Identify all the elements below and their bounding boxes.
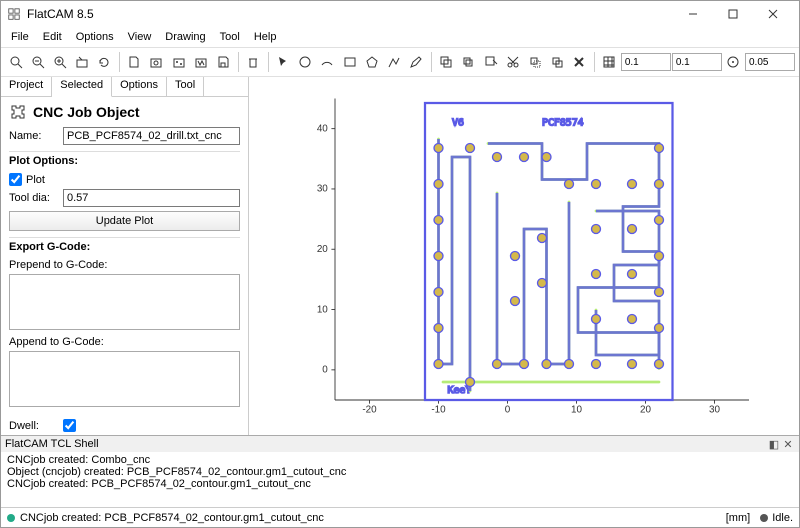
- name-label: Name:: [9, 130, 59, 142]
- svg-text:0: 0: [322, 365, 328, 376]
- append-textarea[interactable]: [9, 351, 240, 407]
- tab-selected[interactable]: Selected: [52, 77, 112, 97]
- save-icon[interactable]: [212, 51, 233, 73]
- edit-icon[interactable]: [406, 51, 427, 73]
- subtract-icon[interactable]: [480, 51, 501, 73]
- minimize-button[interactable]: [673, 1, 713, 27]
- silk-v6: V6: [452, 118, 464, 129]
- tab-project[interactable]: Project: [1, 77, 52, 96]
- intersection-icon[interactable]: [458, 51, 479, 73]
- menu-drawing[interactable]: Drawing: [159, 29, 211, 45]
- replot-icon[interactable]: [94, 51, 115, 73]
- svg-text:10: 10: [571, 405, 582, 416]
- svg-text:0: 0: [505, 405, 511, 416]
- svg-text:20: 20: [317, 244, 328, 255]
- union-icon[interactable]: [436, 51, 457, 73]
- status-dot-icon: [7, 514, 15, 522]
- shell-float-icon[interactable]: ◧: [767, 438, 781, 451]
- snap-input[interactable]: [745, 53, 795, 71]
- prepend-label: Prepend to G-Code:: [9, 259, 107, 271]
- dwell-label: Dwell:: [9, 420, 59, 432]
- copy-icon[interactable]: [546, 51, 567, 73]
- object-title: CNC Job Object: [33, 104, 140, 120]
- status-idle: Idle.: [772, 512, 793, 524]
- menu-options[interactable]: Options: [70, 29, 120, 45]
- menubar: File Edit Options View Drawing Tool Help: [1, 27, 799, 47]
- window-title: FlatCAM 8.5: [27, 7, 673, 21]
- svg-text:40: 40: [317, 123, 328, 134]
- cut-path-icon[interactable]: [502, 51, 523, 73]
- cnc-job-icon: [9, 103, 27, 121]
- append-label: Append to G-Code:: [9, 336, 104, 348]
- shell-close-icon[interactable]: ✕: [781, 438, 795, 451]
- grid-x-input[interactable]: [621, 53, 671, 71]
- select-icon[interactable]: [273, 51, 294, 73]
- name-input[interactable]: [63, 127, 240, 145]
- plot-canvas[interactable]: -20-100102030010203040 V6 PCF8574 KeeY: [249, 77, 799, 435]
- tab-options[interactable]: Options: [112, 77, 167, 96]
- open-gcode-icon[interactable]: [190, 51, 211, 73]
- menu-help[interactable]: Help: [248, 29, 283, 45]
- dwell-checkbox[interactable]: [63, 419, 76, 432]
- status-message: CNCjob created: PCB_PCF8574_02_contour.g…: [20, 512, 324, 524]
- grid-y-input[interactable]: [672, 53, 722, 71]
- tab-tool[interactable]: Tool: [167, 77, 204, 96]
- menu-tool[interactable]: Tool: [214, 29, 246, 45]
- snap-icon[interactable]: [723, 51, 744, 73]
- close-button[interactable]: [753, 1, 793, 27]
- plot-svg: -20-100102030010203040 V6 PCF8574 KeeY: [257, 85, 791, 427]
- prepend-textarea[interactable]: [9, 274, 240, 330]
- plot-options-head: Plot Options:: [9, 151, 240, 170]
- clear-plot-icon[interactable]: [71, 51, 92, 73]
- svg-text:30: 30: [709, 405, 720, 416]
- path-icon[interactable]: [383, 51, 404, 73]
- titlebar: FlatCAM 8.5: [1, 1, 799, 27]
- zoom-in-icon[interactable]: [49, 51, 70, 73]
- statusbar: CNCjob created: PCB_PCF8574_02_contour.g…: [1, 507, 799, 527]
- idle-dot-icon: [760, 514, 768, 522]
- menu-edit[interactable]: Edit: [37, 29, 68, 45]
- export-gcode-head: Export G-Code:: [9, 237, 240, 256]
- tool-dia-input[interactable]: [63, 189, 240, 207]
- status-units: [mm]: [726, 512, 750, 524]
- shell-output[interactable]: CNCjob created: Combo_cncObject (cncjob)…: [1, 452, 799, 507]
- circle-icon[interactable]: [295, 51, 316, 73]
- polygon-icon[interactable]: [361, 51, 382, 73]
- open-excellon-icon[interactable]: [168, 51, 189, 73]
- rect-icon[interactable]: [339, 51, 360, 73]
- toolbar: [1, 47, 799, 77]
- plot-checkbox[interactable]: [9, 173, 22, 186]
- svg-text:30: 30: [317, 184, 328, 195]
- delete-icon[interactable]: [242, 51, 263, 73]
- new-icon[interactable]: [124, 51, 145, 73]
- tcl-shell: FlatCAM TCL Shell ◧ ✕ CNCjob created: Co…: [1, 435, 799, 507]
- move-icon[interactable]: [524, 51, 545, 73]
- svg-text:-10: -10: [431, 405, 446, 416]
- svg-text:10: 10: [317, 304, 328, 315]
- tool-dia-label: Tool dia:: [9, 192, 59, 204]
- zoom-fit-icon[interactable]: [5, 51, 26, 73]
- menu-view[interactable]: View: [122, 29, 158, 45]
- update-plot-button[interactable]: Update Plot: [9, 211, 240, 231]
- grid-icon[interactable]: [599, 51, 620, 73]
- svg-text:-20: -20: [362, 405, 377, 416]
- maximize-button[interactable]: [713, 1, 753, 27]
- side-tabs: Project Selected Options Tool: [1, 77, 248, 97]
- plot-label: Plot: [26, 174, 76, 186]
- zoom-out-icon[interactable]: [27, 51, 48, 73]
- sidebar: Project Selected Options Tool CNC Job Ob…: [1, 77, 249, 435]
- svg-text:20: 20: [640, 405, 651, 416]
- menu-file[interactable]: File: [5, 29, 35, 45]
- open-gerber-icon[interactable]: [146, 51, 167, 73]
- app-icon: [7, 7, 21, 21]
- shell-title: FlatCAM TCL Shell: [5, 438, 99, 450]
- silk-pcf: PCF8574: [542, 118, 584, 129]
- arc-icon[interactable]: [317, 51, 338, 73]
- delete-shape-icon[interactable]: [569, 51, 590, 73]
